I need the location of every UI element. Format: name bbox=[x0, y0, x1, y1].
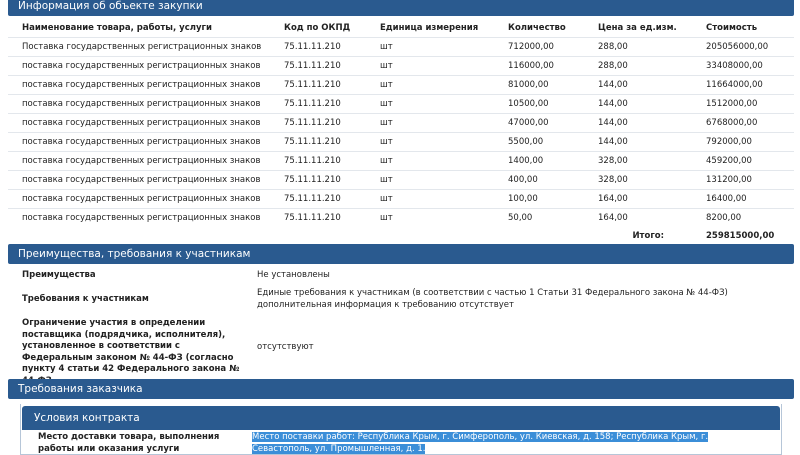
participant-requirements-line2: дополнительная информация к требованию о… bbox=[257, 299, 514, 310]
table-row: поставка государственных регистрационных… bbox=[8, 208, 794, 227]
cell-item-name: поставка государственных регистрационных… bbox=[8, 151, 270, 171]
participation-restriction-value: отсутствуют bbox=[257, 342, 314, 352]
cell-okpd-code: 75.11.11.210 bbox=[270, 208, 366, 227]
advantages-label: Преимущества bbox=[22, 270, 96, 280]
goods-table: Наименование товара, работы, услуги Код … bbox=[8, 19, 794, 245]
table-row: поставка государственных регистрационных… bbox=[8, 75, 794, 95]
cell-quantity: 5500,00 bbox=[494, 132, 584, 152]
cell-cost: 33408000,00 bbox=[692, 56, 794, 76]
cell-quantity: 712000,00 bbox=[494, 37, 584, 57]
cell-item-name: поставка государственных регистрационных… bbox=[8, 94, 270, 114]
total-row: Итого: 259815000,00 bbox=[8, 227, 794, 245]
cell-unit: шт bbox=[366, 94, 494, 114]
cell-cost: 459200,00 bbox=[692, 151, 794, 171]
contract-terms-header: Условия контракта bbox=[22, 406, 780, 430]
cell-okpd-code: 75.11.11.210 bbox=[270, 189, 366, 209]
cell-cost: 6768000,00 bbox=[692, 113, 794, 133]
cell-quantity: 47000,00 bbox=[494, 113, 584, 133]
cell-okpd-code: 75.11.11.210 bbox=[270, 56, 366, 76]
cell-unit: шт bbox=[366, 208, 494, 227]
table-row: поставка государственных регистрационных… bbox=[8, 56, 794, 76]
cell-unit-price: 164,00 bbox=[584, 208, 692, 227]
cell-cost: 1512000,00 bbox=[692, 94, 794, 114]
section-header-advantages: Преимущества, требования к участникам bbox=[8, 244, 794, 264]
cell-okpd-code: 75.11.11.210 bbox=[270, 75, 366, 95]
table-row: поставка государственных регистрационных… bbox=[8, 94, 794, 114]
cell-item-name: поставка государственных регистрационных… bbox=[8, 56, 270, 76]
table-row: поставка государственных регистрационных… bbox=[8, 170, 794, 190]
table-row: поставка государственных регистрационных… bbox=[8, 151, 794, 171]
cell-unit: шт bbox=[366, 170, 494, 190]
cell-item-name: поставка государственных регистрационных… bbox=[8, 75, 270, 95]
participant-requirements-value: Единые требования к участникам (в соотве… bbox=[257, 288, 777, 311]
cell-okpd-code: 75.11.11.210 bbox=[270, 94, 366, 114]
cell-quantity: 81000,00 bbox=[494, 75, 584, 95]
table-row: поставка государственных регистрационных… bbox=[8, 132, 794, 152]
cell-cost: 792000,00 bbox=[692, 132, 794, 152]
delivery-place-value[interactable]: Место поставки работ: Республика Крым, г… bbox=[252, 431, 752, 455]
cell-quantity: 10500,00 bbox=[494, 94, 584, 114]
cell-unit: шт bbox=[366, 189, 494, 209]
cell-unit-price: 288,00 bbox=[584, 37, 692, 57]
cell-quantity: 400,00 bbox=[494, 170, 584, 190]
delivery-place-label: Место доставки товара, выполнения работы… bbox=[38, 432, 220, 454]
cell-item-name: поставка государственных регистрационных… bbox=[8, 113, 270, 133]
column-header-quantity: Количество bbox=[508, 23, 566, 33]
cell-unit: шт bbox=[366, 75, 494, 95]
delivery-place-selected-text[interactable]: Место поставки работ: Республика Крым, г… bbox=[252, 432, 709, 454]
cell-unit: шт bbox=[366, 113, 494, 133]
cell-item-name: Поставка государственных регистрационных… bbox=[8, 37, 270, 57]
cell-unit: шт bbox=[366, 132, 494, 152]
cell-cost: 205056000,00 bbox=[692, 37, 794, 57]
cell-item-name: поставка государственных регистрационных… bbox=[8, 189, 270, 209]
cell-unit-price: 144,00 bbox=[584, 132, 692, 152]
total-label: Итого: bbox=[632, 231, 664, 241]
table-row: поставка государственных регистрационных… bbox=[8, 113, 794, 133]
cell-unit-price: 328,00 bbox=[584, 170, 692, 190]
cell-cost: 16400,00 bbox=[692, 189, 794, 209]
cell-cost: 11664000,00 bbox=[692, 75, 794, 95]
cell-unit: шт bbox=[366, 151, 494, 171]
cell-okpd-code: 75.11.11.210 bbox=[270, 132, 366, 152]
cell-item-name: поставка государственных регистрационных… bbox=[8, 208, 270, 227]
column-header-cost: Стоимость bbox=[706, 23, 758, 33]
cell-unit-price: 144,00 bbox=[584, 94, 692, 114]
cell-unit-price: 144,00 bbox=[584, 113, 692, 133]
cell-unit-price: 144,00 bbox=[584, 75, 692, 95]
cell-quantity: 1400,00 bbox=[494, 151, 584, 171]
column-header-okpd: Код по ОКПД bbox=[284, 23, 351, 33]
cell-unit-price: 164,00 bbox=[584, 189, 692, 209]
total-value: 259815000,00 bbox=[706, 231, 775, 241]
table-row: Поставка государственных регистрационных… bbox=[8, 37, 794, 57]
cell-cost: 8200,00 bbox=[692, 208, 794, 227]
column-header-unit-price: Цена за ед.изм. bbox=[598, 23, 677, 33]
cell-quantity: 116000,00 bbox=[494, 56, 584, 76]
goods-table-header-row: Наименование товара, работы, услуги Код … bbox=[8, 19, 794, 38]
section-header-customer-requirements: Требования заказчика bbox=[8, 379, 794, 399]
cell-item-name: поставка государственных регистрационных… bbox=[8, 132, 270, 152]
column-header-name: Наименование товара, работы, услуги bbox=[22, 23, 212, 33]
cell-okpd-code: 75.11.11.210 bbox=[270, 113, 366, 133]
section-header-purchase-info: Информация об объекте закупки bbox=[8, 0, 794, 16]
table-row: поставка государственных регистрационных… bbox=[8, 189, 794, 209]
participant-requirements-label: Требования к участникам bbox=[22, 294, 149, 304]
cell-item-name: поставка государственных регистрационных… bbox=[8, 170, 270, 190]
column-header-unit: Единица измерения bbox=[380, 23, 479, 33]
cell-okpd-code: 75.11.11.210 bbox=[270, 170, 366, 190]
cell-cost: 131200,00 bbox=[692, 170, 794, 190]
cell-okpd-code: 75.11.11.210 bbox=[270, 151, 366, 171]
participation-restriction-label: Ограничение участия в определении постав… bbox=[22, 318, 240, 386]
cell-unit-price: 328,00 bbox=[584, 151, 692, 171]
cell-unit: шт bbox=[366, 56, 494, 76]
advantages-value: Не установлены bbox=[257, 270, 330, 280]
cell-quantity: 50,00 bbox=[494, 208, 584, 227]
cell-unit-price: 288,00 bbox=[584, 56, 692, 76]
participant-requirements-line1: Единые требования к участникам (в соотве… bbox=[257, 288, 728, 298]
cell-quantity: 100,00 bbox=[494, 189, 584, 209]
cell-okpd-code: 75.11.11.210 bbox=[270, 37, 366, 57]
cell-unit: шт bbox=[366, 37, 494, 57]
